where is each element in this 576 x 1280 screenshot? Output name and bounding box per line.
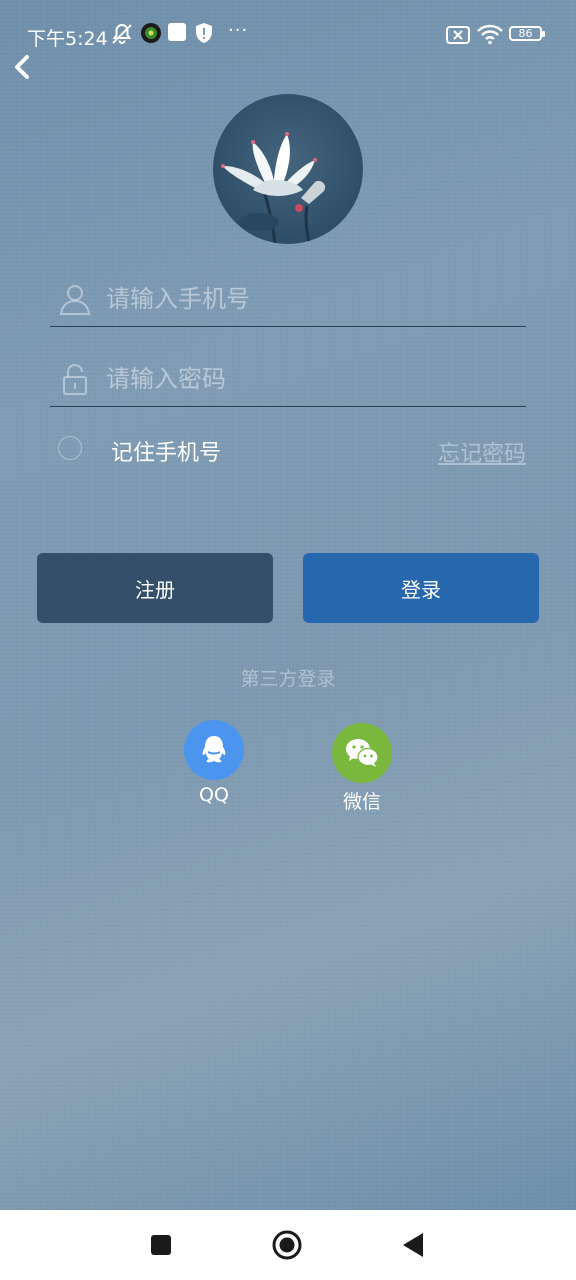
status-bar: 下午5:24 ··· 86 [0,0,576,70]
mute-icon [112,23,132,44]
third-party-login-title: 第三方登录 [240,668,336,690]
battery-icon: 86 [509,26,545,41]
login-button[interactable]: 登录 [303,553,539,623]
square-icon [168,23,186,41]
lotus-image [221,132,326,244]
navigation-bar [0,1210,576,1280]
wechat-label: 微信 [342,791,381,813]
password-input[interactable] [104,358,518,400]
phone-input[interactable] [104,278,518,320]
back-button-icon[interactable] [402,1232,424,1258]
qq-label: QQ [199,784,229,806]
avatar [213,94,363,244]
home-button-icon[interactable] [272,1230,302,1260]
shield-icon [196,23,212,43]
wifi-icon [477,24,503,45]
forgot-password-link[interactable]: 忘记密码 [438,436,526,468]
qq-icon[interactable] [184,720,244,780]
remember-phone-radio[interactable] [58,436,82,460]
user-icon [59,285,91,315]
register-button[interactable]: 注册 [37,553,273,623]
recents-button-icon[interactable] [150,1234,172,1256]
back-arrow-icon[interactable] [10,52,34,82]
wechat-icon[interactable] [332,723,392,783]
qq-login-button[interactable]: QQ [174,720,254,806]
no-sim-icon [446,26,470,44]
more-icon: ··· [228,20,249,41]
app-icon [141,23,161,43]
phone-field[interactable] [50,274,526,327]
wechat-login-button[interactable]: 微信 [322,723,402,814]
status-time: 下午5:24 [27,28,108,50]
login-screen: 下午5:24 ··· 86 请输入手机号 记住手机号 忘记密码 注册 登录 第三… [0,0,576,1280]
password-field[interactable] [50,354,526,407]
lock-icon [63,364,87,395]
remember-phone-label[interactable]: 记住手机号 [111,435,221,467]
